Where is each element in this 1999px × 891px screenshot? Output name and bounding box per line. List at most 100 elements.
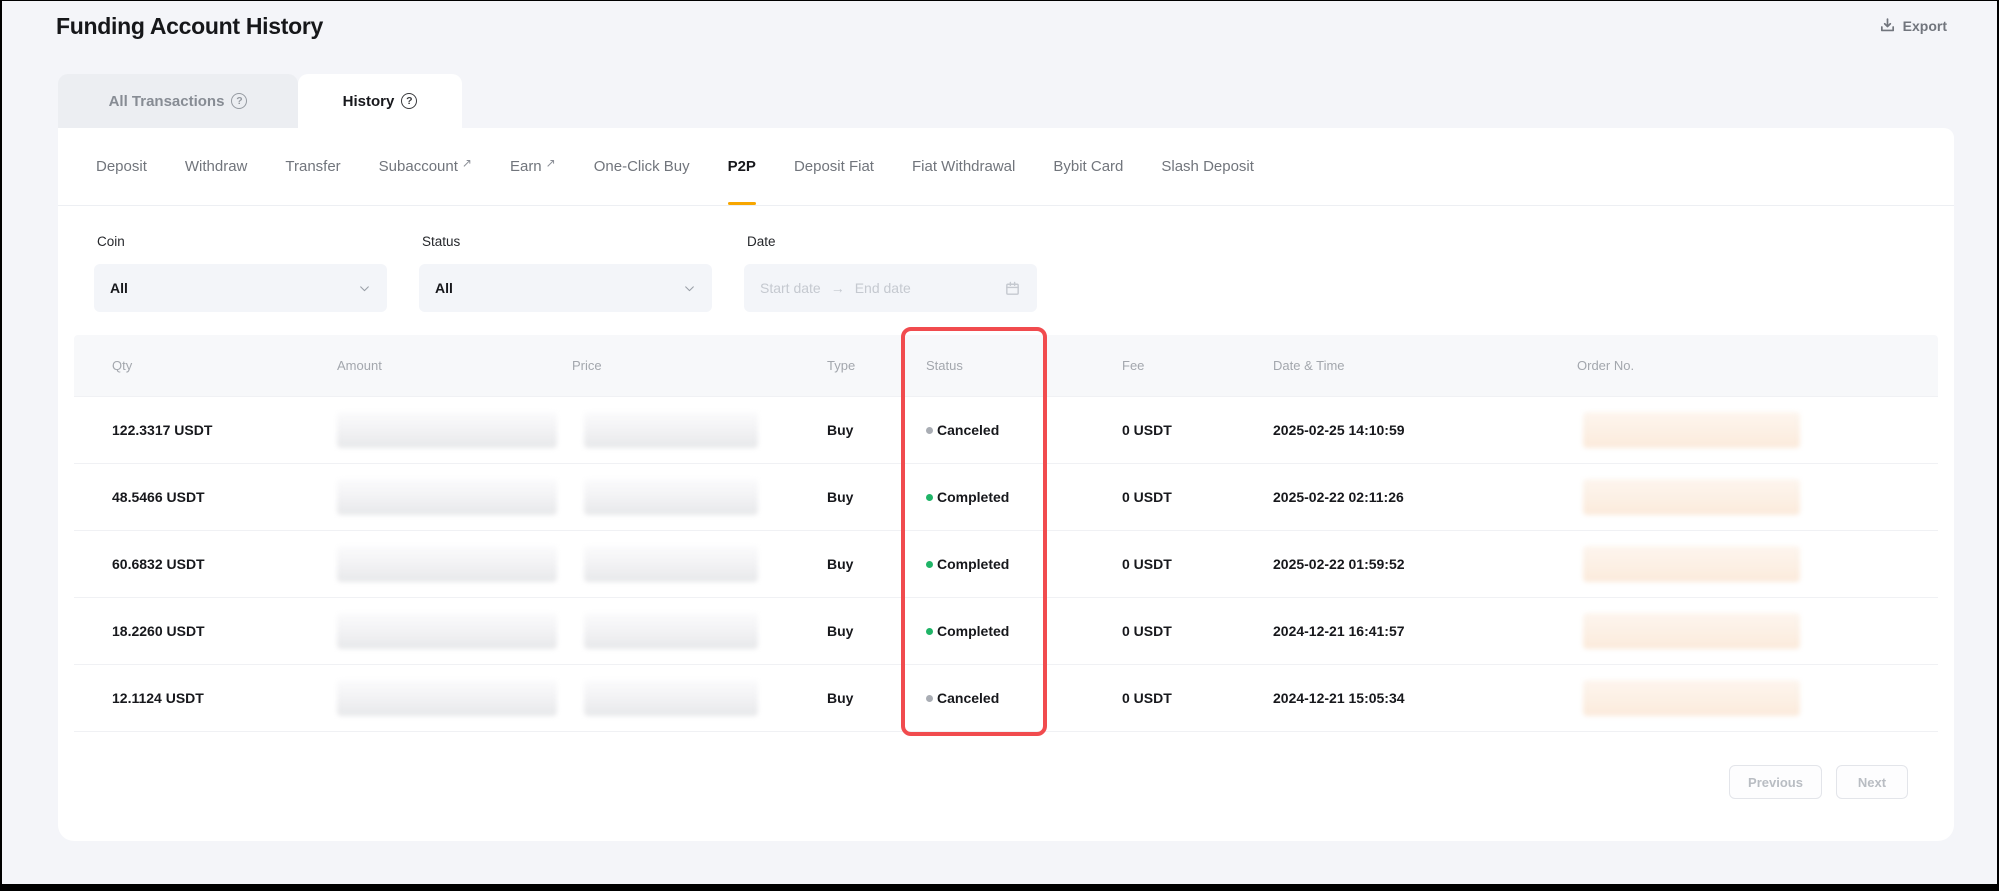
header-amount: Amount — [337, 358, 572, 373]
redacted-price — [584, 546, 758, 582]
status-select-value: All — [435, 280, 683, 296]
cell-type: Buy — [822, 556, 920, 572]
header-price: Price — [572, 358, 822, 373]
help-icon[interactable]: ? — [401, 93, 417, 109]
subtab-p2p[interactable]: P2P — [728, 128, 756, 205]
history-card: Deposit Withdraw Transfer Subaccount ↗ E… — [58, 128, 1954, 841]
subtab-subaccount[interactable]: Subaccount ↗ — [379, 128, 472, 205]
chevron-down-icon — [683, 282, 696, 295]
status-select[interactable]: All — [419, 264, 712, 312]
cell-datetime: 2025-02-22 02:11:26 — [1268, 489, 1572, 505]
subtab-transfer[interactable]: Transfer — [285, 128, 340, 205]
redacted-amount — [337, 546, 557, 582]
cell-fee: 0 USDT — [1117, 690, 1268, 706]
redacted-amount — [337, 613, 557, 649]
cell-type: Buy — [822, 690, 920, 706]
export-label: Export — [1903, 18, 1947, 34]
subtab-deposit[interactable]: Deposit — [96, 128, 147, 205]
redacted-order-no[interactable] — [1583, 546, 1800, 582]
subtab-slash-deposit[interactable]: Slash Deposit — [1161, 128, 1254, 205]
cell-status: Completed — [920, 489, 1117, 505]
filters-bar: Coin All Status All Date — [58, 206, 1954, 312]
export-button[interactable]: Export — [1879, 17, 1947, 34]
header-qty: Qty — [74, 358, 337, 373]
table-header-row: Qty Amount Price Type Status Fee Date & … — [74, 335, 1938, 397]
funding-account-history-page: Funding Account History Export All Trans… — [2, 1, 1997, 884]
cell-type: Buy — [822, 489, 920, 505]
transactions-table: Qty Amount Price Type Status Fee Date & … — [74, 335, 1938, 732]
status-dot — [926, 628, 933, 635]
cell-datetime: 2024-12-21 15:05:34 — [1268, 690, 1572, 706]
cell-fee: 0 USDT — [1117, 623, 1268, 639]
chevron-down-icon — [358, 282, 371, 295]
table-row: 60.6832 USDT Buy Completed 0 USDT 2025-0… — [74, 531, 1938, 598]
end-date-placeholder: End date — [855, 280, 911, 296]
cell-qty: 48.5466 USDT — [74, 489, 337, 505]
redacted-price — [584, 479, 758, 515]
table-row: 122.3317 USDT Buy Canceled 0 USDT 2025-0… — [74, 397, 1938, 464]
cell-fee: 0 USDT — [1117, 556, 1268, 572]
table-row: 12.1124 USDT Buy Canceled 0 USDT 2024-12… — [74, 665, 1938, 732]
subtab-deposit-fiat[interactable]: Deposit Fiat — [794, 128, 874, 205]
redacted-price — [584, 680, 758, 716]
tab-label: All Transactions — [109, 93, 225, 110]
cell-datetime: 2024-12-21 16:41:57 — [1268, 623, 1572, 639]
status-dot — [926, 695, 933, 702]
external-link-icon: ↗ — [462, 156, 472, 170]
range-arrow-icon: → — [831, 280, 845, 296]
subtab-earn[interactable]: Earn ↗ — [510, 128, 556, 205]
cell-status: Completed — [920, 623, 1117, 639]
status-dot — [926, 494, 933, 501]
redacted-order-no[interactable] — [1583, 412, 1800, 448]
date-range-picker[interactable]: Start date → End date — [744, 264, 1037, 312]
tab-history[interactable]: History ? — [298, 74, 462, 128]
date-filter-label: Date — [744, 234, 1037, 249]
redacted-price — [584, 412, 758, 448]
table-row: 18.2260 USDT Buy Completed 0 USDT 2024-1… — [74, 598, 1938, 665]
redacted-amount — [337, 412, 557, 448]
help-icon[interactable]: ? — [231, 93, 247, 109]
header-status: Status — [920, 358, 1117, 373]
cell-type: Buy — [822, 422, 920, 438]
pagination: Previous Next — [1729, 765, 1908, 799]
redacted-order-no[interactable] — [1583, 680, 1800, 716]
redacted-price — [584, 613, 758, 649]
history-type-subtabs: Deposit Withdraw Transfer Subaccount ↗ E… — [58, 128, 1954, 206]
cell-datetime: 2025-02-22 01:59:52 — [1268, 556, 1572, 572]
cell-qty: 60.6832 USDT — [74, 556, 337, 572]
cell-fee: 0 USDT — [1117, 489, 1268, 505]
subtab-one-click-buy[interactable]: One-Click Buy — [594, 128, 690, 205]
redacted-order-no[interactable] — [1583, 479, 1800, 515]
status-filter-label: Status — [419, 234, 712, 249]
cell-type: Buy — [822, 623, 920, 639]
cell-qty: 18.2260 USDT — [74, 623, 337, 639]
calendar-icon — [1004, 280, 1021, 297]
status-filter: Status All — [419, 234, 712, 312]
previous-button[interactable]: Previous — [1729, 765, 1822, 799]
cell-status: Canceled — [920, 422, 1117, 438]
subtab-bybit-card[interactable]: Bybit Card — [1053, 128, 1123, 205]
cell-qty: 122.3317 USDT — [74, 422, 337, 438]
next-button[interactable]: Next — [1836, 765, 1908, 799]
header-fee: Fee — [1117, 358, 1268, 373]
coin-filter: Coin All — [94, 234, 387, 312]
redacted-amount — [337, 479, 557, 515]
header-order-no: Order No. — [1572, 358, 1938, 373]
table-row: 48.5466 USDT Buy Completed 0 USDT 2025-0… — [74, 464, 1938, 531]
redacted-amount — [337, 680, 557, 716]
status-dot — [926, 427, 933, 434]
redacted-order-no[interactable] — [1583, 613, 1800, 649]
header-type: Type — [822, 358, 920, 373]
subtab-withdraw[interactable]: Withdraw — [185, 128, 248, 205]
coin-select-value: All — [110, 280, 358, 296]
date-filter: Date Start date → End date — [744, 234, 1037, 312]
tab-label: History — [343, 93, 395, 110]
export-download-icon — [1879, 17, 1896, 34]
external-link-icon: ↗ — [546, 156, 556, 170]
cell-qty: 12.1124 USDT — [74, 690, 337, 706]
account-tabs: All Transactions ? History ? — [58, 74, 462, 128]
tab-all-transactions[interactable]: All Transactions ? — [58, 74, 298, 128]
status-dot — [926, 561, 933, 568]
subtab-fiat-withdrawal[interactable]: Fiat Withdrawal — [912, 128, 1015, 205]
coin-select[interactable]: All — [94, 264, 387, 312]
